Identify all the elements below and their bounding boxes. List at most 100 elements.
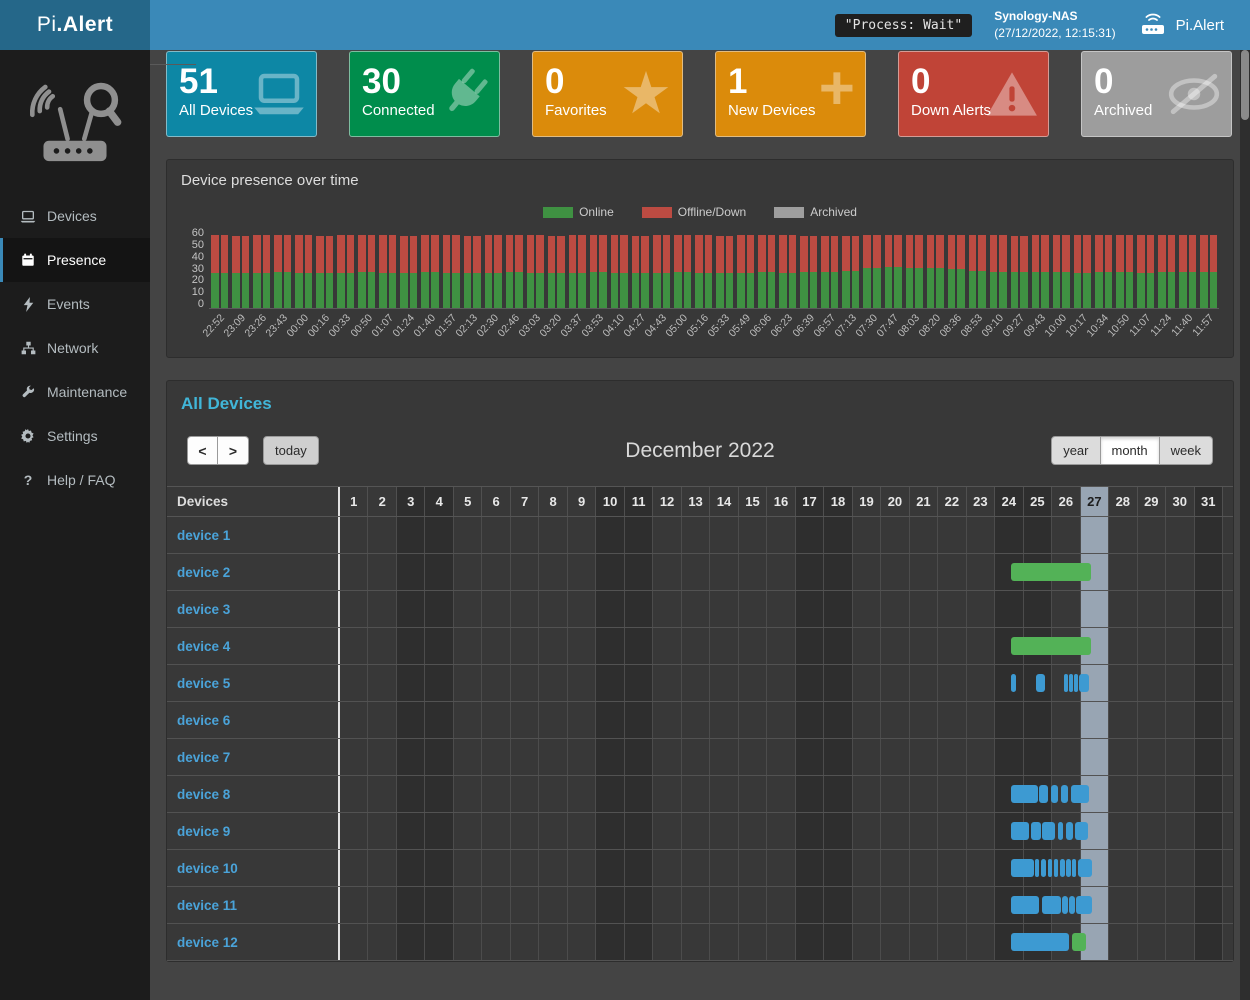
device-link[interactable]: device 12 <box>167 924 338 961</box>
sidebar-toggle-button[interactable] <box>150 0 196 50</box>
sidebar-item-label: Network <box>47 340 98 356</box>
day-cell <box>824 776 852 812</box>
view-month-button[interactable]: month <box>1101 436 1160 465</box>
sidebar-item-devices[interactable]: Devices <box>0 194 150 238</box>
host-name: Synology-NAS <box>994 8 1115 25</box>
down-alerts-box[interactable]: 0 Down Alerts <box>898 51 1049 137</box>
device-link[interactable]: device 8 <box>167 776 338 813</box>
day-cell <box>938 813 966 849</box>
chart-bar <box>1126 235 1134 308</box>
day-cell <box>1195 554 1223 590</box>
presence-bar <box>1069 674 1072 692</box>
day-cell <box>368 665 396 701</box>
chart-bar <box>684 235 692 308</box>
day-cell <box>1166 665 1194 701</box>
day-cell <box>368 813 396 849</box>
archived-box[interactable]: 0 Archived <box>1081 51 1232 137</box>
day-cell <box>1081 517 1109 553</box>
host-timestamp: (27/12/2022, 12:15:31) <box>994 25 1115 42</box>
device-link[interactable]: device 7 <box>167 739 338 776</box>
day-cell <box>881 887 909 923</box>
new-devices-box[interactable]: 1 New Devices + <box>715 51 866 137</box>
day-cell <box>340 591 368 627</box>
day-cell <box>539 850 567 886</box>
day-cell <box>967 628 995 664</box>
day-cell <box>1138 628 1166 664</box>
sidebar-item-network[interactable]: Network <box>0 326 150 370</box>
calendar-rows: device 1device 2device 3device 4device 5… <box>167 517 1233 961</box>
day-cell <box>368 554 396 590</box>
favorites-box[interactable]: 0 Favorites ★ <box>532 51 683 137</box>
day-header: 7 <box>511 487 539 516</box>
day-cell <box>397 591 425 627</box>
day-cell <box>511 665 539 701</box>
chart-bar <box>1083 235 1091 308</box>
chart-bar <box>1158 235 1166 308</box>
chart-bar <box>263 235 271 308</box>
day-cell <box>368 887 396 923</box>
day-cell <box>482 776 510 812</box>
day-cell <box>539 702 567 738</box>
chart-bar <box>641 236 649 308</box>
chart-bar <box>747 235 755 308</box>
device-link[interactable]: device 3 <box>167 591 338 628</box>
day-cell <box>853 850 881 886</box>
legend-item: Archived <box>774 205 857 219</box>
day-cell <box>967 813 995 849</box>
device-link[interactable]: device 10 <box>167 850 338 887</box>
warning-icon <box>986 71 1038 117</box>
device-link[interactable]: device 9 <box>167 813 338 850</box>
day-header: 17 <box>796 487 824 516</box>
day-cell <box>739 813 767 849</box>
scrollbar-thumb[interactable] <box>1241 50 1249 120</box>
device-link[interactable]: device 6 <box>167 702 338 739</box>
device-link[interactable]: device 4 <box>167 628 338 665</box>
device-link[interactable]: device 5 <box>167 665 338 702</box>
day-cell <box>1109 665 1137 701</box>
day-cell <box>511 887 539 923</box>
day-cell <box>739 628 767 664</box>
next-button[interactable]: > <box>218 436 249 465</box>
day-cell <box>454 924 482 960</box>
device-link[interactable]: device 2 <box>167 554 338 591</box>
day-cell <box>1166 924 1194 960</box>
day-cell <box>1166 813 1194 849</box>
prev-button[interactable]: < <box>187 436 218 465</box>
sidebar-item-maintenance[interactable]: Maintenance <box>0 370 150 414</box>
view-year-button[interactable]: year <box>1051 436 1100 465</box>
day-cell <box>1138 813 1166 849</box>
day-cell <box>938 850 966 886</box>
day-cell <box>796 924 824 960</box>
chart-panel-title: Device presence over time <box>167 160 1233 201</box>
day-cell <box>682 554 710 590</box>
day-cell <box>539 813 567 849</box>
presence-bar <box>1072 859 1076 877</box>
day-cell <box>710 924 738 960</box>
device-link[interactable]: device 11 <box>167 887 338 924</box>
day-cell <box>824 739 852 775</box>
presence-bar <box>1011 563 1091 581</box>
day-cell <box>596 924 624 960</box>
sidebar-item-events[interactable]: Events <box>0 282 150 326</box>
day-cell <box>1138 924 1166 960</box>
connected-box[interactable]: 30 Connected <box>349 51 500 137</box>
device-link[interactable]: device 1 <box>167 517 338 554</box>
lightning-icon <box>19 297 37 312</box>
day-cell <box>1081 739 1109 775</box>
brand-logo[interactable]: Pi.Alert <box>0 0 150 50</box>
presence-bar <box>1011 859 1034 877</box>
day-header: 21 <box>910 487 938 516</box>
sidebar-item-help[interactable]: ? Help / FAQ <box>0 458 150 502</box>
day-cell <box>682 702 710 738</box>
day-cell <box>853 739 881 775</box>
today-button[interactable]: today <box>263 436 319 465</box>
chart-bar <box>768 235 776 308</box>
chart-bar <box>599 235 607 308</box>
sidebar-item-presence[interactable]: Presence <box>0 238 150 282</box>
sidebar-item-settings[interactable]: Settings <box>0 414 150 458</box>
day-cell <box>1138 591 1166 627</box>
day-cell <box>482 591 510 627</box>
day-cell <box>625 739 653 775</box>
view-week-button[interactable]: week <box>1160 436 1213 465</box>
day-cell <box>853 554 881 590</box>
